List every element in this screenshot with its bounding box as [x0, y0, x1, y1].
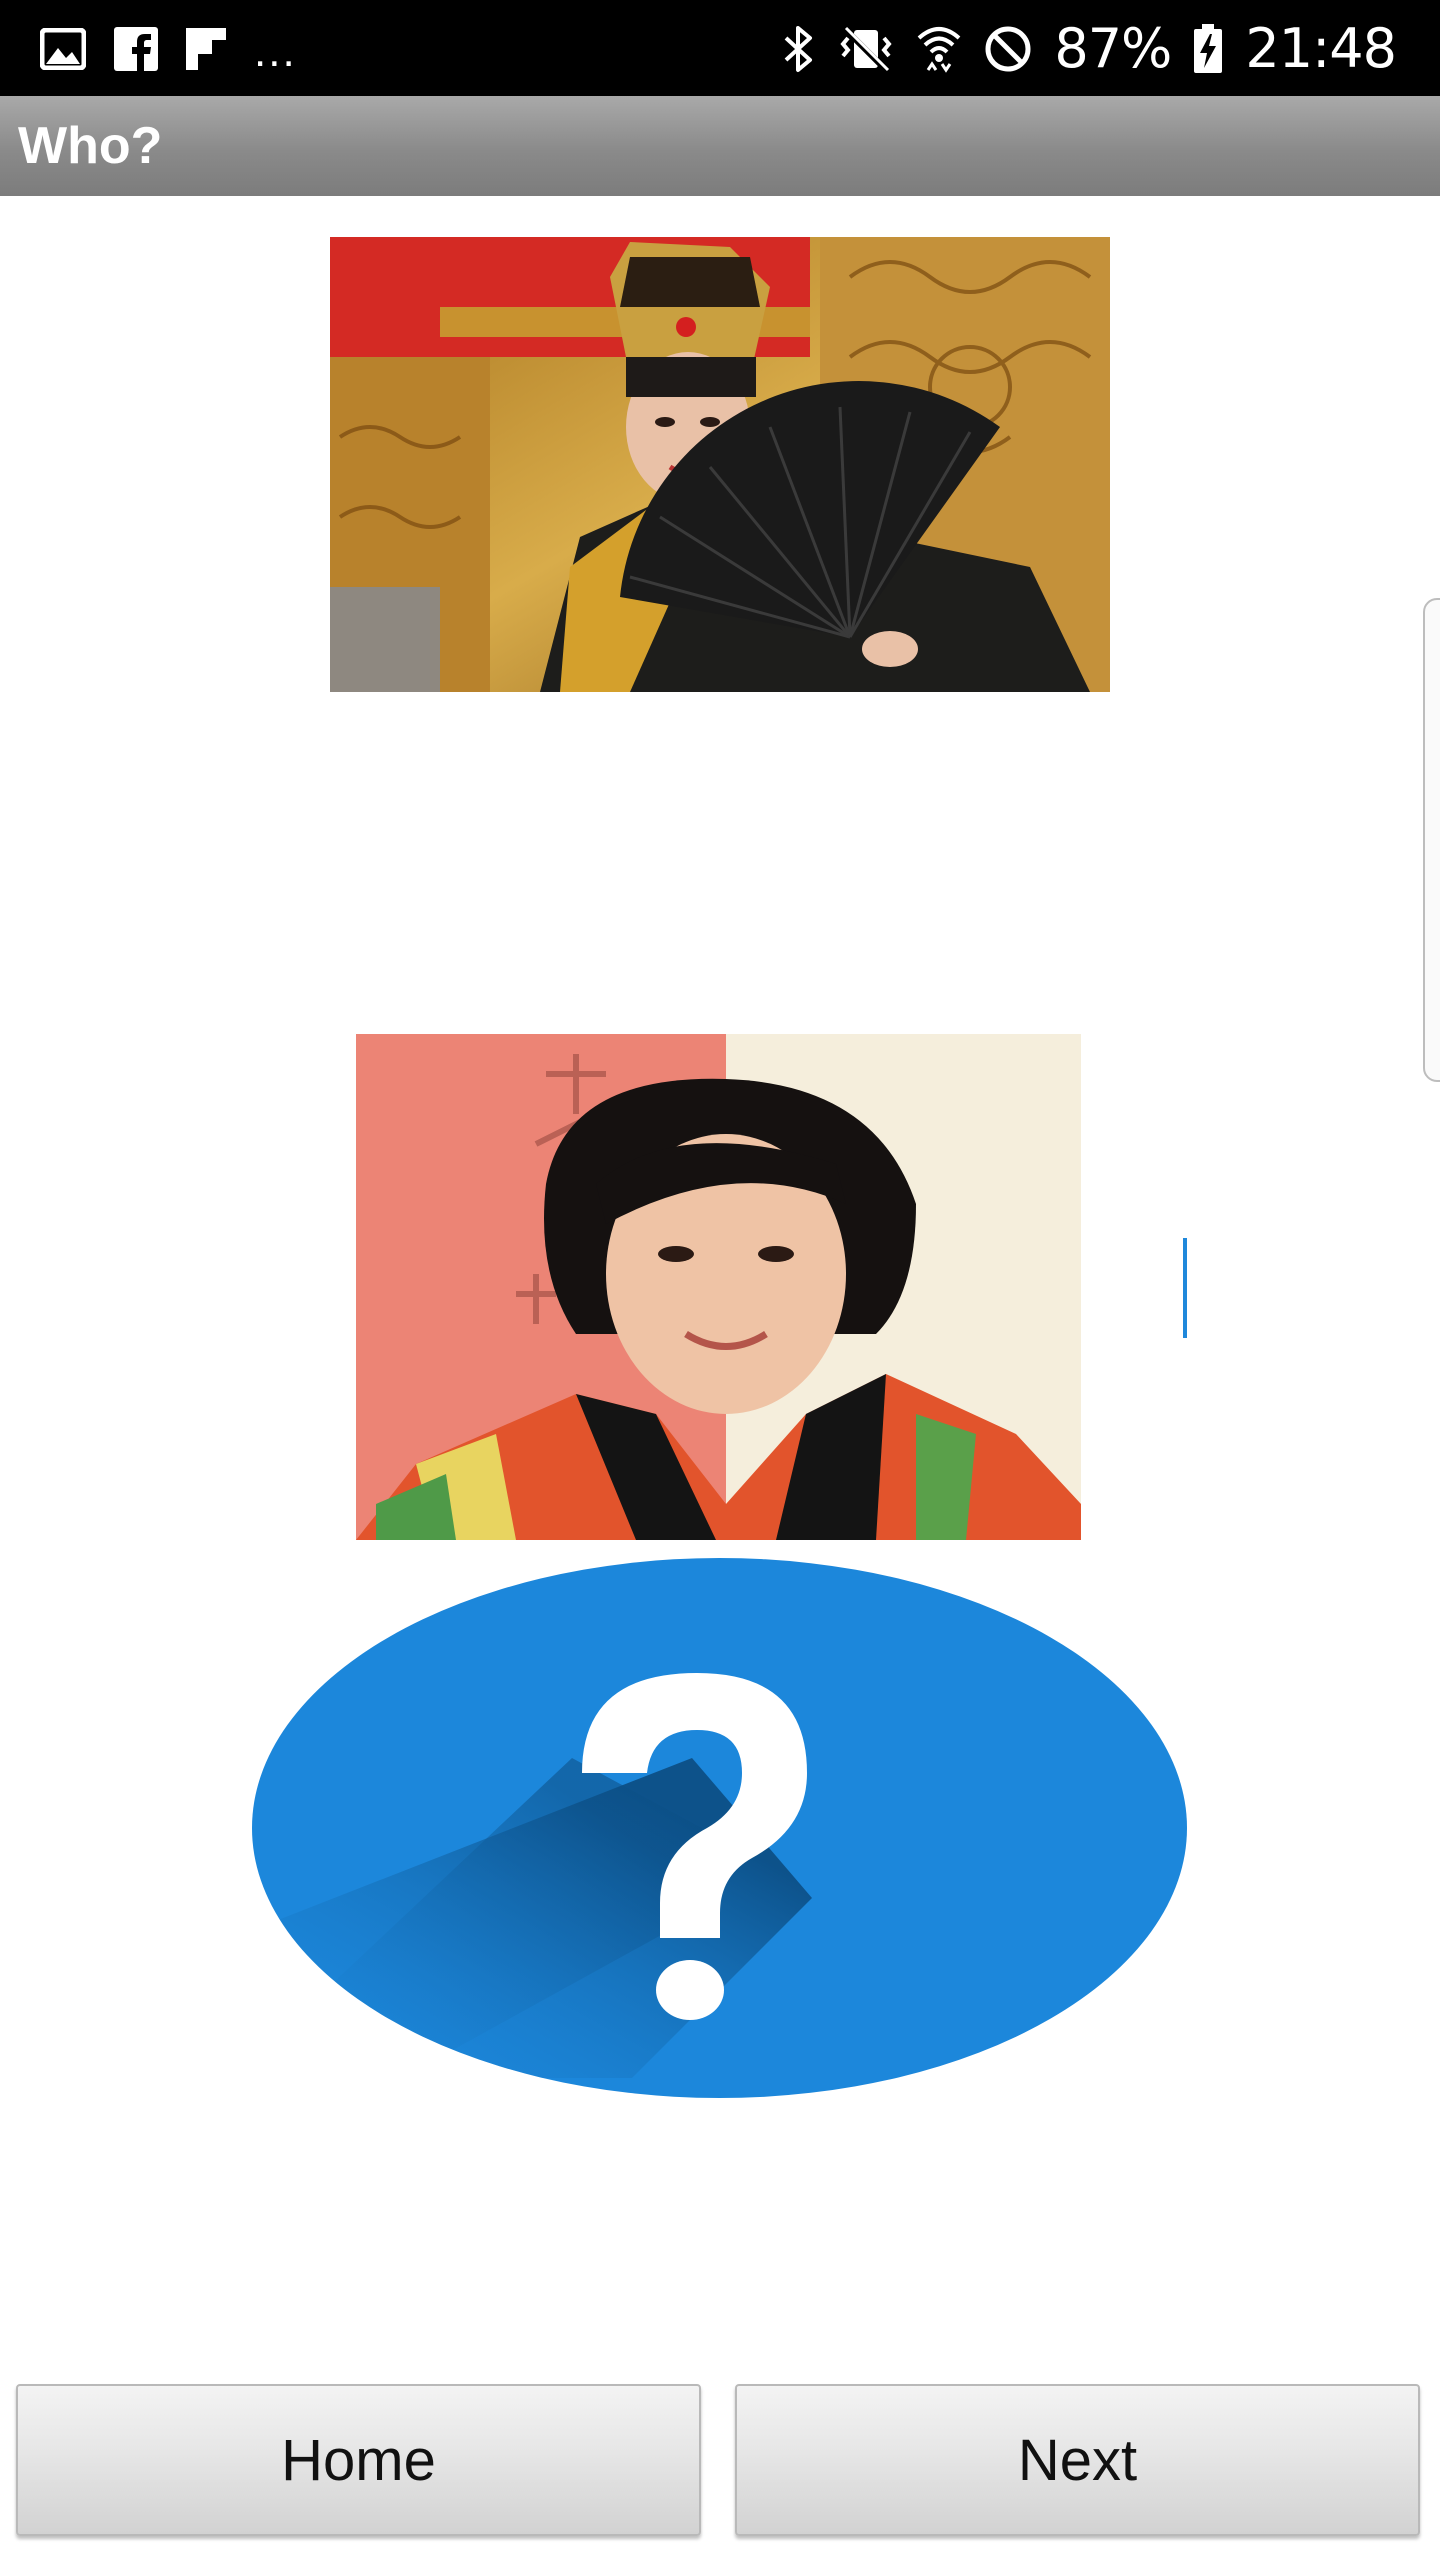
battery-charging-icon: [1193, 24, 1223, 74]
wifi-icon: [916, 24, 962, 74]
edge-panel-handle[interactable]: [1423, 598, 1440, 1082]
facebook-icon: [114, 27, 158, 71]
action-bar: Who?: [0, 96, 1440, 196]
do-not-disturb-icon: [984, 25, 1032, 73]
question-mark-icon[interactable]: [252, 1558, 1187, 2098]
woman-portrait-photo[interactable]: [356, 1034, 1081, 1540]
notification-icons: ...: [40, 22, 297, 76]
vibrate-icon: [838, 24, 894, 74]
home-button[interactable]: Home: [16, 2384, 701, 2536]
page-title: Who?: [18, 117, 163, 175]
status-bar: ... 87% 21:48: [0, 0, 1440, 96]
bluetooth-icon: [782, 24, 816, 74]
screen: ... 87% 21:48 Who? Home Next: [0, 0, 1440, 2560]
battery-percent: 87%: [1054, 17, 1172, 80]
clock: 21:48: [1245, 17, 1397, 80]
divider: [1183, 1238, 1187, 1338]
flipboard-icon: [186, 28, 226, 70]
performer-in-costume-photo[interactable]: [330, 237, 1110, 692]
image-icon: [40, 28, 86, 70]
more-notifications-indicator: ...: [254, 27, 297, 76]
next-button[interactable]: Next: [735, 2384, 1420, 2536]
system-icons: 87% 21:48: [782, 17, 1397, 80]
